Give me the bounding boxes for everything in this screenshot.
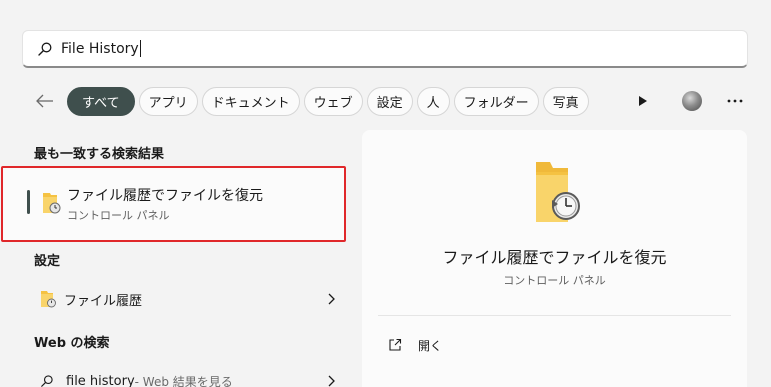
back-arrow-icon	[36, 94, 53, 108]
web-search-header: Web の検索	[34, 336, 110, 351]
more-button[interactable]	[726, 92, 744, 110]
preview-title: ファイル履歴でファイルを復元	[442, 248, 667, 267]
best-match-header: 最も一致する検索結果	[34, 147, 165, 162]
web-search-query: file history	[66, 373, 135, 387]
settings-header: 設定	[34, 254, 61, 269]
best-match-title: ファイル履歴でファイルを復元	[67, 188, 263, 204]
search-icon	[41, 375, 53, 387]
file-history-icon	[536, 162, 580, 222]
filter-bar-right	[634, 86, 744, 116]
web-search-suffix: - Web 結果を見る	[134, 374, 233, 387]
filter-chip-web[interactable]: ウェブ	[303, 86, 363, 116]
best-match-subtitle: コントロール パネル	[67, 209, 170, 222]
filter-chip-photos[interactable]: 写真	[542, 86, 589, 116]
open-action-label: 開く	[418, 338, 443, 353]
filter-bar: すべて アプリ ドキュメント ウェブ 設定 人 フォルダー 写真	[34, 86, 744, 116]
best-match-result[interactable]: ファイル履歴でファイルを復元 コントロール パネル	[1, 166, 346, 242]
chevron-right-icon	[328, 293, 335, 305]
search-icon	[38, 42, 52, 56]
search-input[interactable]: File History	[61, 41, 139, 57]
preview-divider	[378, 315, 731, 316]
settings-item-label: ファイル履歴	[64, 293, 143, 309]
preview-panel: ファイル履歴でファイルを復元 コントロール パネル 開く	[362, 130, 747, 387]
chevron-right-icon	[328, 375, 335, 387]
web-search-item[interactable]: file history - Web 結果を見る	[34, 366, 340, 387]
selection-indicator	[27, 190, 30, 214]
play-button[interactable]	[634, 92, 652, 110]
preview-subtitle: コントロール パネル	[503, 274, 606, 287]
file-history-icon	[43, 193, 61, 214]
open-external-icon	[389, 338, 402, 351]
open-action[interactable]: 開く	[388, 335, 442, 355]
filter-chip-folders[interactable]: フォルダー	[453, 86, 539, 116]
file-history-icon	[41, 291, 56, 308]
avatar[interactable]	[682, 91, 702, 111]
filter-chip-settings[interactable]: 設定	[366, 86, 413, 116]
play-icon	[639, 96, 647, 106]
settings-item-file-history[interactable]: ファイル履歴	[34, 284, 340, 314]
filter-chip-documents[interactable]: ドキュメント	[201, 86, 300, 116]
more-icon	[727, 99, 743, 103]
back-button[interactable]	[34, 90, 56, 112]
filter-chip-apps[interactable]: アプリ	[138, 86, 198, 116]
filter-chip-all[interactable]: すべて	[67, 86, 135, 116]
filter-chip-people[interactable]: 人	[416, 86, 450, 116]
text-caret	[139, 40, 141, 57]
search-box[interactable]: File History	[22, 30, 748, 68]
